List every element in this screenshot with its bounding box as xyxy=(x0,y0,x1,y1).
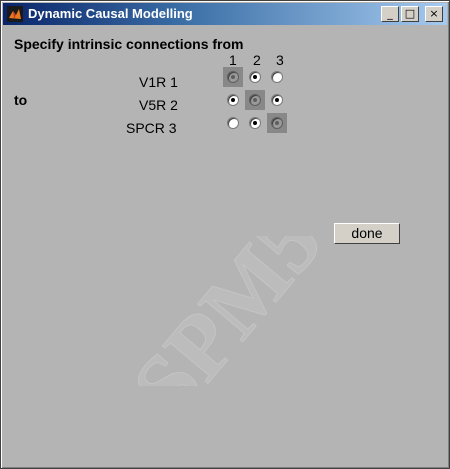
column-label-1: 1 xyxy=(229,52,237,68)
radio-dot xyxy=(275,121,279,125)
connection-1-3[interactable] xyxy=(267,67,287,87)
minimize-icon: _ xyxy=(387,7,393,20)
connection-2-2[interactable] xyxy=(245,90,265,110)
connection-1-1[interactable] xyxy=(223,67,243,87)
radio-dot xyxy=(275,98,279,102)
close-button[interactable]: × xyxy=(425,6,443,22)
maximize-icon: □ xyxy=(404,7,416,20)
connection-3-3[interactable] xyxy=(267,113,287,133)
region-label-spcr: SPCR 3 xyxy=(126,120,177,136)
column-label-3: 3 xyxy=(276,52,284,68)
radio-button[interactable] xyxy=(249,94,261,106)
radio-button[interactable] xyxy=(227,117,239,129)
matlab-icon xyxy=(7,6,23,22)
radio-button[interactable] xyxy=(271,71,283,83)
radio-dot xyxy=(253,121,257,125)
region-label-v5r: V5R 2 xyxy=(139,97,178,113)
dcm-window: Dynamic Causal Modelling _ □ × SPM5 Spec… xyxy=(0,0,450,469)
radio-button[interactable] xyxy=(227,94,239,106)
connection-3-1[interactable] xyxy=(223,113,243,133)
connection-1-2[interactable] xyxy=(245,67,265,87)
radio-dot xyxy=(231,75,235,79)
connection-3-2[interactable] xyxy=(245,113,265,133)
column-label-2: 2 xyxy=(253,52,261,68)
radio-button[interactable] xyxy=(227,71,239,83)
maximize-button[interactable]: □ xyxy=(401,6,419,22)
connection-2-3[interactable] xyxy=(267,90,287,110)
radio-button[interactable] xyxy=(271,94,283,106)
svg-text:SPM5: SPM5 xyxy=(114,236,341,386)
radio-dot xyxy=(253,98,257,102)
radio-button[interactable] xyxy=(249,71,261,83)
to-label: to xyxy=(14,92,28,108)
spm-watermark: SPM5 xyxy=(113,236,341,386)
connection-2-1[interactable] xyxy=(223,90,243,110)
region-label-v1r: V1R 1 xyxy=(139,74,178,90)
window-title: Dynamic Causal Modelling xyxy=(28,6,193,21)
radio-button[interactable] xyxy=(271,117,283,129)
radio-button[interactable] xyxy=(249,117,261,129)
radio-dot xyxy=(253,75,257,79)
close-icon: × xyxy=(429,7,439,20)
radio-dot xyxy=(231,98,235,102)
done-button[interactable]: done xyxy=(334,223,400,244)
figure-area: SPM5 Specify intrinsic connections from … xyxy=(3,26,447,466)
title-bar[interactable]: Dynamic Causal Modelling _ □ × xyxy=(3,3,447,25)
specify-label: Specify intrinsic connections from xyxy=(14,36,244,52)
minimize-button[interactable]: _ xyxy=(381,6,399,22)
